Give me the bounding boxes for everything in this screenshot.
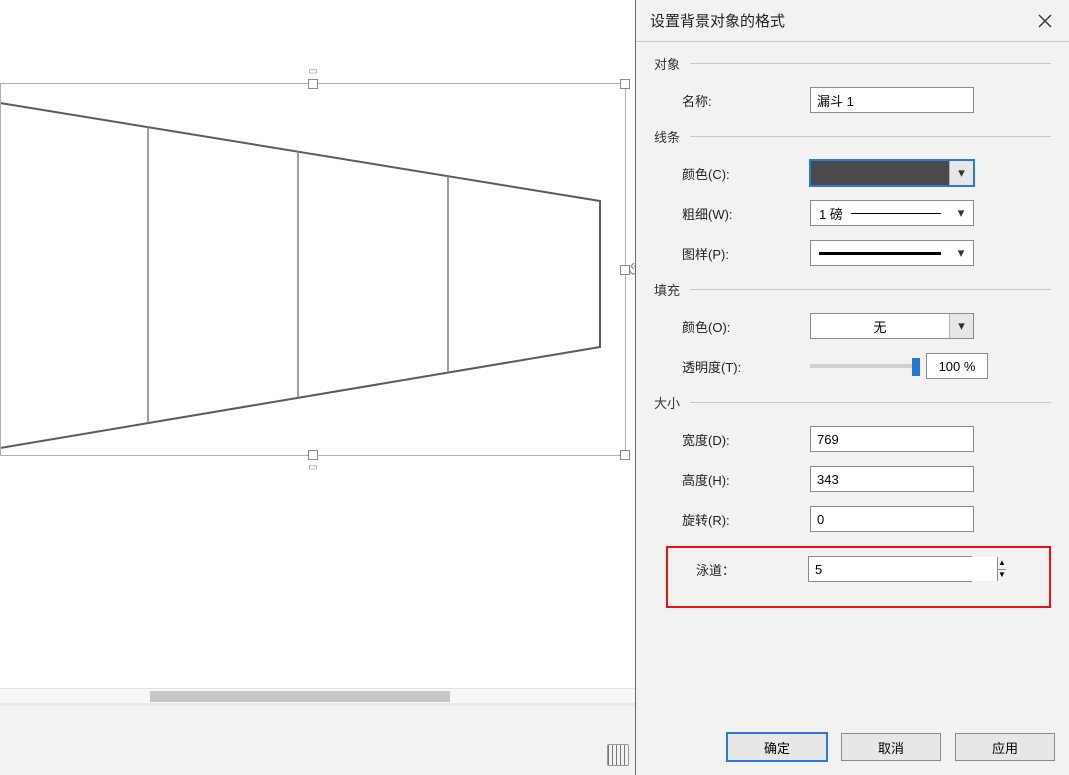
panel-title: 设置背景对象的格式 <box>650 10 785 31</box>
lanes-label: 泳道： <box>696 560 808 579</box>
height-input[interactable] <box>810 466 974 492</box>
chevron-down-icon: ▾ <box>949 241 973 265</box>
line-pattern-preview <box>819 252 941 255</box>
apply-button[interactable]: 应用 <box>955 733 1055 761</box>
section-fill: 填充 颜色(O): 无 ▾ 透明度(T): <box>654 280 1051 379</box>
line-color-label: 颜色(C): <box>682 164 810 183</box>
line-weight-combo[interactable]: 1 磅 ▾ <box>810 200 974 226</box>
section-title-object: 对象 <box>654 54 1051 73</box>
section-size: 大小 宽度(D): 高度(H): 旋转(R): 泳道： <box>654 393 1051 608</box>
opacity-value[interactable]: 100 % <box>926 353 988 379</box>
scrollbar-thumb[interactable] <box>150 691 450 702</box>
close-button[interactable] <box>1031 7 1059 35</box>
fill-color-label: 颜色(O): <box>682 317 810 336</box>
chevron-down-icon: ▾ <box>949 161 973 185</box>
opacity-label: 透明度(T): <box>682 357 810 376</box>
line-pattern-combo[interactable]: ▾ <box>810 240 974 266</box>
panel-header: 设置背景对象的格式 <box>636 0 1069 42</box>
chevron-down-icon: ▾ <box>949 201 973 225</box>
panel-footer: 确定 取消 应用 <box>636 725 1069 775</box>
lanes-input[interactable] <box>809 557 997 581</box>
rotation-input[interactable] <box>810 506 974 532</box>
resize-handle-s[interactable] <box>308 450 318 460</box>
selection-box[interactable]: ▭ ▭ <box>0 83 626 456</box>
line-weight-label: 粗细(W): <box>682 204 810 223</box>
margin-tag-bottom: ▭ <box>308 462 317 473</box>
name-label: 名称: <box>682 91 810 110</box>
fill-color-picker[interactable]: 无 ▾ <box>810 313 974 339</box>
section-title-size: 大小 <box>654 393 1051 412</box>
canvas-footer <box>0 706 635 775</box>
panel-body: 对象 名称: 线条 颜色(C): ▾ <box>636 42 1069 725</box>
name-input[interactable] <box>810 87 974 113</box>
line-pattern-label: 图样(P): <box>682 244 810 263</box>
resize-handle-n[interactable] <box>308 79 318 89</box>
ok-button[interactable]: 确定 <box>727 733 827 761</box>
resize-handle-se[interactable] <box>620 450 630 460</box>
width-label: 宽度(D): <box>682 430 810 449</box>
canvas[interactable]: ▭ ▭ <box>0 0 635 775</box>
properties-panel: 设置背景对象的格式 对象 名称: 线条 颜色(C): <box>635 0 1069 775</box>
line-color-picker[interactable]: ▾ <box>810 160 974 186</box>
rotation-label: 旋转(R): <box>682 510 810 529</box>
resize-handle-ne[interactable] <box>620 79 630 89</box>
slider-knob[interactable] <box>912 358 920 376</box>
section-line: 线条 颜色(C): ▾ 粗细(W): 1 磅 ▾ <box>654 127 1051 266</box>
fill-color-value: 无 <box>811 317 949 336</box>
width-input[interactable] <box>810 426 974 452</box>
chevron-down-icon: ▾ <box>949 314 973 338</box>
close-icon <box>1038 14 1052 28</box>
section-title-fill: 填充 <box>654 280 1051 299</box>
line-color-swatch <box>811 161 949 185</box>
lanes-spinner[interactable]: ▲ ▼ <box>808 556 972 582</box>
ruler-icon[interactable] <box>607 744 629 766</box>
height-label: 高度(H): <box>682 470 810 489</box>
app-root: ▭ ▭ 设置背景对象的格式 对象 名称: <box>0 0 1069 775</box>
spin-down[interactable]: ▼ <box>998 570 1006 582</box>
section-object: 对象 名称: <box>654 54 1051 113</box>
section-title-line: 线条 <box>654 127 1051 146</box>
spin-up[interactable]: ▲ <box>998 557 1006 570</box>
line-weight-value: 1 磅 <box>819 204 843 223</box>
horizontal-scrollbar[interactable] <box>0 688 635 703</box>
margin-tag-top: ▭ <box>308 66 317 77</box>
opacity-slider[interactable] <box>810 364 920 368</box>
lanes-highlight: 泳道： ▲ ▼ <box>666 546 1051 608</box>
cancel-button[interactable]: 取消 <box>841 733 941 761</box>
line-weight-preview <box>851 213 941 214</box>
